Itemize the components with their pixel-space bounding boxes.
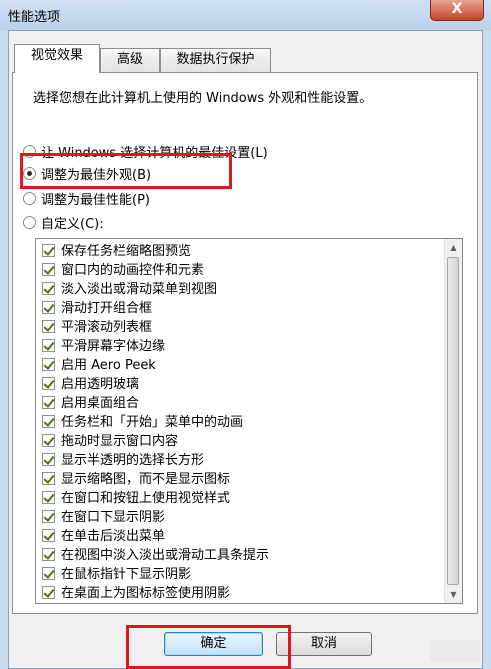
effect-item[interactable]: 在桌面上为图标标签使用阴影 bbox=[42, 584, 230, 603]
effect-label: 保存任务栏缩略图预览 bbox=[61, 244, 192, 259]
effect-item[interactable]: 任务栏和「开始」菜单中的动画 bbox=[42, 413, 243, 432]
effect-item[interactable]: 启用 Aero Peek bbox=[42, 356, 156, 375]
checkbox[interactable] bbox=[42, 453, 55, 466]
effect-label: 启用透明玻璃 bbox=[61, 377, 140, 392]
effect-item[interactable]: 启用透明玻璃 bbox=[42, 375, 139, 394]
effect-label: 淡入淡出或滑动菜单到视图 bbox=[61, 282, 218, 297]
effect-item[interactable]: 滑动打开组合框 bbox=[42, 299, 152, 318]
checkbox[interactable] bbox=[42, 282, 55, 295]
checkbox[interactable] bbox=[42, 491, 55, 504]
effect-label: 拖动时显示窗口内容 bbox=[61, 434, 179, 449]
title-bar: 性能选项 X bbox=[0, 0, 491, 30]
checkbox[interactable] bbox=[42, 472, 55, 485]
tab-data-execution-prevention[interactable]: 数据执行保护 bbox=[160, 48, 271, 72]
checkbox[interactable] bbox=[42, 377, 55, 390]
checkbox[interactable] bbox=[42, 301, 55, 314]
effect-label: 平滑屏幕字体边缘 bbox=[61, 339, 166, 354]
checkbox[interactable] bbox=[42, 434, 55, 447]
effect-label: 显示半透明的选择长方形 bbox=[61, 453, 205, 468]
effect-label: 在窗口和按钮上使用视觉样式 bbox=[61, 491, 231, 506]
vertical-scrollbar[interactable]: ▲ ▼ bbox=[444, 239, 462, 603]
tab-visual-effects[interactable]: 视觉效果 bbox=[14, 44, 100, 73]
tab-advanced[interactable]: 高级 bbox=[100, 48, 160, 72]
effect-item[interactable]: 平滑屏幕字体边缘 bbox=[42, 337, 165, 356]
radio-label-best-performance[interactable]: 调整为最佳性能(P) bbox=[41, 189, 150, 208]
effect-label: 在单击后淡出菜单 bbox=[61, 529, 166, 544]
effect-item[interactable]: 在单击后淡出菜单 bbox=[42, 527, 165, 546]
checkbox[interactable] bbox=[42, 263, 55, 276]
checkbox[interactable] bbox=[42, 567, 55, 580]
effect-label: 启用桌面组合 bbox=[61, 396, 140, 411]
scroll-up-arrow-icon[interactable]: ▲ bbox=[445, 239, 462, 256]
highlight-box-ok-button bbox=[126, 625, 291, 669]
checkbox[interactable] bbox=[42, 339, 55, 352]
effects-list[interactable]: 保存任务栏缩略图预览 窗口内的动画控件和元素 淡入淡出或滑动菜单到视图 滑动打开… bbox=[35, 238, 463, 604]
checkbox[interactable] bbox=[42, 415, 55, 428]
effect-label: 任务栏和「开始」菜单中的动画 bbox=[61, 415, 244, 430]
window-title: 性能选项 bbox=[8, 10, 61, 25]
scrollbar-thumb[interactable] bbox=[447, 257, 459, 585]
effect-label: 在窗口下显示阴影 bbox=[61, 510, 166, 525]
effect-label: 在鼠标指针下显示阴影 bbox=[61, 567, 192, 582]
checkbox[interactable] bbox=[42, 548, 55, 561]
highlight-box-best-appearance bbox=[20, 153, 232, 189]
effect-item[interactable]: 保存任务栏缩略图预览 bbox=[42, 242, 191, 261]
effect-item[interactable]: 淡入淡出或滑动菜单到视图 bbox=[42, 280, 217, 299]
effect-item[interactable]: 平滑滚动列表框 bbox=[42, 318, 152, 337]
checkbox[interactable] bbox=[42, 358, 55, 371]
effect-item[interactable]: 显示缩略图，而不是显示图标 bbox=[42, 470, 230, 489]
checkbox[interactable] bbox=[42, 529, 55, 542]
effect-label: 显示缩略图，而不是显示图标 bbox=[61, 472, 231, 487]
description-text: 选择您想在此计算机上使用的 Windows 外观和性能设置。 bbox=[33, 91, 373, 106]
effect-item[interactable]: 在视图中淡入淡出或滑动工具条提示 bbox=[42, 546, 269, 565]
effect-item[interactable]: 显示半透明的选择长方形 bbox=[42, 451, 204, 470]
radio-custom[interactable] bbox=[23, 216, 36, 229]
scroll-down-arrow-icon[interactable]: ▼ bbox=[445, 586, 462, 603]
checkbox[interactable] bbox=[42, 510, 55, 523]
radio-best-performance[interactable] bbox=[23, 192, 36, 205]
watermark bbox=[430, 640, 480, 662]
effect-label: 窗口内的动画控件和元素 bbox=[61, 263, 205, 278]
radio-label-custom[interactable]: 自定义(C): bbox=[41, 213, 104, 232]
effect-item[interactable]: 拖动时显示窗口内容 bbox=[42, 432, 178, 451]
effect-item[interactable]: 启用桌面组合 bbox=[42, 394, 139, 413]
effect-item[interactable]: 在鼠标指针下显示阴影 bbox=[42, 565, 191, 584]
effect-item[interactable]: 窗口内的动画控件和元素 bbox=[42, 261, 204, 280]
effect-item[interactable]: 在窗口下显示阴影 bbox=[42, 508, 165, 527]
checkbox[interactable] bbox=[42, 396, 55, 409]
checkbox[interactable] bbox=[42, 586, 55, 599]
effect-label: 在视图中淡入淡出或滑动工具条提示 bbox=[61, 548, 270, 563]
effect-label: 滑动打开组合框 bbox=[61, 301, 153, 316]
effect-label: 启用 Aero Peek bbox=[61, 358, 156, 373]
effect-label: 平滑滚动列表框 bbox=[61, 320, 153, 335]
effect-item[interactable]: 在窗口和按钮上使用视觉样式 bbox=[42, 489, 230, 508]
close-button[interactable]: X bbox=[430, 0, 484, 21]
checkbox[interactable] bbox=[42, 244, 55, 257]
effect-label: 在桌面上为图标标签使用阴影 bbox=[61, 586, 231, 601]
checkbox[interactable] bbox=[42, 320, 55, 333]
